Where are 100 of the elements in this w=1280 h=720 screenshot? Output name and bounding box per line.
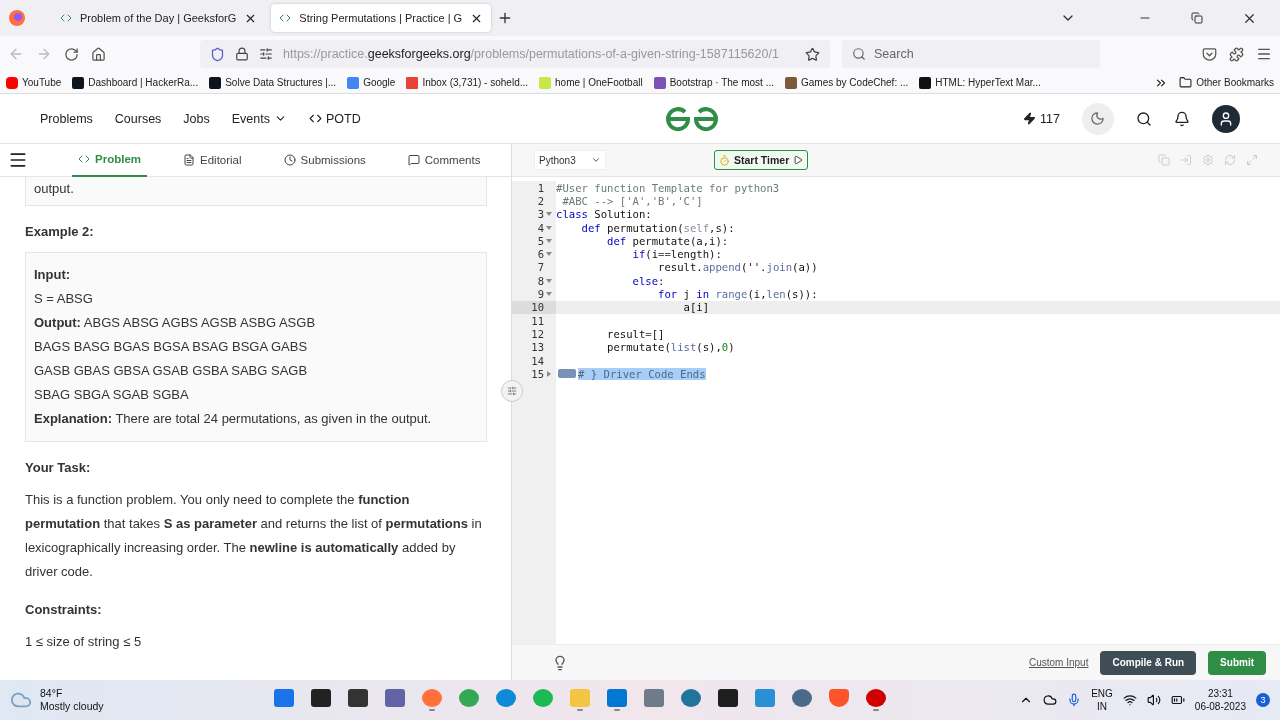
problem-tab[interactable]: Editorial [177,143,248,177]
bookmark[interactable]: Inbox (3,731) - soheld... [406,76,529,89]
tab-title: Problem of the Day | GeeksforG [80,12,237,24]
document-icon [183,154,195,166]
output-value: SBAG SBGA SGAB SGBA [34,386,190,404]
clock[interactable]: 23:31 06-08-2023 [1194,687,1246,713]
restore-icon[interactable] [1191,12,1203,24]
problem-tab[interactable]: Submissions [277,143,372,177]
language-select[interactable]: Python3 [534,150,606,170]
logo [663,104,720,133]
custom-input-link[interactable]: Custom Input [1028,657,1089,668]
line-number: 13 [531,341,544,354]
nav-link[interactable]: Problems [40,111,93,126]
folded-code-widget[interactable] [558,369,576,379]
line-number: 4 [537,221,544,234]
code-line: #User function Template for python3 [556,181,780,194]
output-value: ABGS ABSG AGBS AGSB ASBG ASGB [83,315,316,330]
nav-link[interactable]: Events [231,111,287,126]
resize-handle[interactable] [501,380,523,402]
nav-link[interactable]: POTD [308,111,361,126]
line-number: 7 [537,261,544,274]
bookmark[interactable]: Google [347,76,396,89]
line-number: 9 [537,288,544,300]
section-heading: Constraints: [25,601,103,619]
bookmark[interactable]: YouTube [6,76,62,89]
problem-tab[interactable]: Comments [401,143,487,177]
bookmark[interactable]: Solve Data Structures |... [209,76,337,89]
section-heading: Your Task: [25,459,92,477]
code-line: permutate(list(s),0) [606,341,735,354]
output-value: BAGS BASG BGAS BGSA BSAG BSGA GABS [34,338,309,356]
clock-icon [283,154,296,166]
browser-tab[interactable]: Problem of the Day | GeeksforG [52,4,266,32]
star-icon[interactable] [805,46,820,62]
moon-icon [1090,111,1106,126]
address-bar[interactable]: https://practice.geeksforgeeks.org/problems/permutations-of-a-given-string-1587115620/1 [200,40,830,68]
example-text: output. [34,181,74,196]
line-number: 15 [531,367,544,380]
bookmark-folder[interactable]: Other Bookmarks [1179,76,1274,89]
bookmark[interactable]: Games by CodeChef: ... [785,76,909,89]
menu-icon[interactable] [8,150,28,170]
section-heading: Example 2: [25,223,95,241]
shield-icon[interactable] [210,46,225,62]
menu-icon[interactable] [1256,46,1272,62]
home-icon[interactable] [91,46,106,62]
search-field[interactable]: Search [842,40,1100,68]
fold-right-icon[interactable] [546,370,552,377]
theme-toggle[interactable] [1082,102,1114,135]
bell-icon[interactable] [1174,110,1190,127]
line-number: 6 [537,248,544,261]
search-icon [852,47,866,61]
volume-icon [1146,693,1161,707]
code-line: class Solution: [556,208,652,221]
compile-run-button[interactable]: Compile & Run [1100,650,1197,675]
chevron-down-icon [591,155,601,165]
code-line: result.append(''.join(a)) [657,261,818,274]
lightbulb-icon[interactable] [552,654,568,671]
task-text: This is a function problem. You only need to complete the function permutation that takes S as parameter and returns the list of permutations in lexicographically increasing order. The newline is automatically added by driver code. [25,491,483,581]
reload-icon[interactable] [64,46,79,62]
line-number: 11 [531,314,544,327]
lock-icon[interactable] [235,47,249,61]
bookmark[interactable]: home | OneFootball [539,76,643,89]
site-icon [60,12,72,24]
notification-badge[interactable]: 3 [1256,693,1270,707]
pocket-icon[interactable] [1202,46,1217,62]
permissions-icon[interactable] [259,47,273,61]
explanation-text: Explanation: There are total 24 permutations, as given in the output. [34,410,433,428]
nav-link[interactable]: Courses [114,111,162,126]
language-indicator[interactable]: ENG IN [1091,687,1113,713]
fold-down-icon[interactable] [546,291,552,297]
code-line: #ABC --> ['A','B','C'] [561,194,703,207]
line-number: 1 [537,181,544,194]
code-line: if(i==length): [631,248,722,261]
code-icon [308,112,322,125]
bookmark[interactable]: Dashboard | HackerRa... [72,76,199,89]
nav-link[interactable]: Jobs [183,111,210,126]
battery-icon [1170,693,1185,707]
output-value: GASB GBAS GBSA GSAB GSBA SABG SAGB [34,362,309,380]
bookmark[interactable]: Bootstrap · The most ... [653,76,774,89]
weather-text: Mostly cloudy [40,700,104,713]
line-number: 3 [537,208,544,221]
input-value: S = ABSG [34,290,94,308]
code-icon [78,153,90,165]
mic-icon [1067,693,1082,707]
code-line: else: [631,274,665,287]
chat-icon [407,154,420,166]
browser-tab[interactable]: String Permutations | Practice | G [271,4,492,32]
bookmark[interactable]: HTML: HyperText Mar... [919,76,1041,89]
code-line: def permutation(self,s): [580,221,735,234]
wifi-icon [1122,693,1137,707]
search-icon[interactable] [1136,110,1152,127]
firefox-icon[interactable] [8,9,26,27]
extensions-icon[interactable] [1229,46,1244,62]
line-number: 5 [537,234,544,247]
input-label: Input: [34,267,71,282]
timer-icon [719,154,730,166]
play-icon [793,155,804,165]
submit-button[interactable]: Submit [1208,650,1266,675]
start-timer-button[interactable]: Start Timer [714,150,809,170]
site-icon [279,12,292,24]
avatar[interactable] [1212,104,1240,133]
